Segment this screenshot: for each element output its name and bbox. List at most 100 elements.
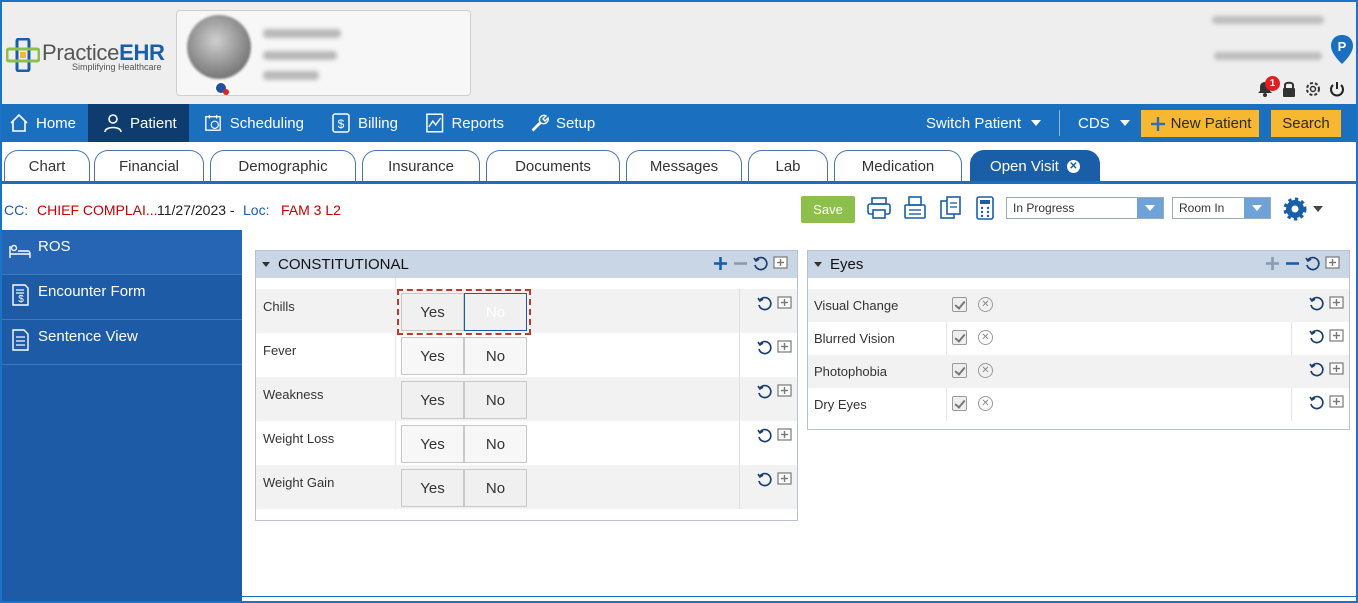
close-icon[interactable]: ✕ bbox=[1066, 159, 1080, 173]
positive-checkbox[interactable] bbox=[952, 330, 967, 345]
room-status-value: Room In bbox=[1179, 201, 1225, 215]
tab-documents[interactable]: Documents bbox=[486, 150, 620, 181]
tab-demographic[interactable]: Demographic bbox=[210, 150, 356, 181]
nav-item-billing[interactable]: $ Billing bbox=[324, 104, 404, 142]
power-icon[interactable] bbox=[1328, 80, 1346, 98]
tab-financial[interactable]: Financial bbox=[94, 150, 204, 181]
add-note-icon[interactable] bbox=[776, 295, 793, 312]
gear-icon[interactable] bbox=[1304, 80, 1322, 98]
negative-x-icon[interactable]: ✕ bbox=[978, 330, 993, 345]
search-button[interactable]: Search bbox=[1271, 110, 1341, 137]
eyes-row-photophobia: Photophobia ✕ bbox=[808, 355, 1349, 388]
no-button[interactable]: No bbox=[464, 381, 527, 419]
nav-item-patient[interactable]: Patient bbox=[88, 104, 189, 142]
add-note-icon[interactable] bbox=[1328, 328, 1345, 345]
yes-button[interactable]: Yes bbox=[401, 425, 464, 463]
positive-checkbox[interactable] bbox=[952, 297, 967, 312]
reset-icon[interactable] bbox=[1308, 361, 1325, 378]
tab-messages[interactable]: Messages bbox=[626, 150, 742, 181]
invoice-icon: $ bbox=[12, 284, 29, 306]
tab-insurance[interactable]: Insurance bbox=[362, 150, 480, 181]
nav-item-setup[interactable]: Setup bbox=[522, 104, 604, 142]
patient-avatar bbox=[187, 15, 251, 79]
reset-icon[interactable] bbox=[756, 383, 773, 400]
positive-checkbox[interactable] bbox=[952, 396, 967, 411]
collapse-caret-icon[interactable] bbox=[262, 262, 270, 267]
row-divider bbox=[739, 377, 740, 421]
copy-document-icon[interactable] bbox=[938, 195, 964, 221]
fax-icon[interactable] bbox=[902, 195, 928, 221]
symptom-label: Chills bbox=[263, 299, 295, 314]
reset-icon[interactable] bbox=[752, 255, 769, 272]
plus-icon[interactable] bbox=[712, 255, 729, 272]
minus-icon[interactable] bbox=[1284, 255, 1301, 272]
negative-x-icon[interactable]: ✕ bbox=[978, 297, 993, 312]
add-note-icon[interactable] bbox=[1328, 361, 1345, 378]
no-button[interactable]: No bbox=[464, 469, 527, 507]
add-note-icon[interactable] bbox=[1328, 394, 1345, 411]
reset-icon[interactable] bbox=[756, 295, 773, 312]
ros-row-chills: Chills Yes No bbox=[256, 289, 797, 335]
patient-card[interactable] bbox=[176, 10, 471, 96]
yes-button[interactable]: Yes bbox=[401, 381, 464, 419]
cds-dropdown[interactable]: CDS bbox=[1072, 104, 1132, 142]
eyes-header[interactable]: Eyes bbox=[808, 251, 1349, 278]
settings-gear-icon[interactable] bbox=[1282, 196, 1308, 222]
nav-item-scheduling[interactable]: Scheduling bbox=[198, 104, 310, 142]
tab-lab[interactable]: Lab bbox=[748, 150, 828, 181]
visit-status-select[interactable]: In Progress bbox=[1006, 197, 1164, 219]
sidebar-item-sentence-view[interactable]: Sentence View bbox=[2, 320, 242, 365]
add-note-icon[interactable] bbox=[776, 383, 793, 400]
minus-icon[interactable] bbox=[732, 255, 749, 272]
negative-x-icon[interactable]: ✕ bbox=[978, 396, 993, 411]
plus-icon[interactable] bbox=[1264, 255, 1281, 272]
sidebar-item-ros[interactable]: ROS bbox=[2, 230, 242, 275]
reset-icon[interactable] bbox=[1308, 328, 1325, 345]
calculator-icon[interactable] bbox=[972, 195, 998, 221]
chief-complaint-value[interactable]: CHIEF COMPLAI... bbox=[37, 202, 158, 218]
constitutional-header[interactable]: CONSTITUTIONAL bbox=[256, 251, 797, 278]
tab-chart[interactable]: Chart bbox=[4, 150, 90, 181]
reset-icon[interactable] bbox=[1304, 255, 1321, 272]
logo-cross-icon bbox=[6, 38, 40, 72]
add-note-icon[interactable] bbox=[1324, 255, 1341, 272]
reset-icon[interactable] bbox=[756, 471, 773, 488]
bell-icon[interactable]: 1 bbox=[1256, 76, 1280, 98]
symptom-label: Weakness bbox=[263, 387, 324, 402]
add-note-icon[interactable] bbox=[776, 339, 793, 356]
room-status-select[interactable]: Room In bbox=[1172, 197, 1271, 219]
yes-button[interactable]: Yes bbox=[401, 293, 464, 331]
yes-button[interactable]: Yes bbox=[401, 337, 464, 375]
no-button[interactable]: No bbox=[464, 425, 527, 463]
collapse-caret-icon[interactable] bbox=[814, 262, 822, 267]
add-note-icon[interactable] bbox=[776, 471, 793, 488]
add-note-icon[interactable] bbox=[772, 255, 789, 272]
switch-patient-dropdown[interactable]: Switch Patient bbox=[920, 104, 1050, 142]
no-button[interactable]: No bbox=[464, 337, 527, 375]
reset-icon[interactable] bbox=[756, 427, 773, 444]
positive-checkbox[interactable] bbox=[952, 363, 967, 378]
printer-icon[interactable] bbox=[866, 195, 892, 221]
nav-item-home[interactable]: Home bbox=[2, 104, 88, 142]
footer-divider bbox=[242, 596, 1356, 601]
brand-logo[interactable]: PracticeEHR Simplifying Healthcare bbox=[6, 36, 166, 76]
reset-icon[interactable] bbox=[1308, 295, 1325, 312]
lock-icon[interactable] bbox=[1280, 80, 1298, 98]
yes-button[interactable]: Yes bbox=[401, 469, 464, 507]
reset-icon[interactable] bbox=[1308, 394, 1325, 411]
add-note-icon[interactable] bbox=[1328, 295, 1345, 312]
new-patient-button[interactable]: New Patient bbox=[1141, 110, 1259, 137]
negative-x-icon[interactable]: ✕ bbox=[978, 363, 993, 378]
chevron-down-icon bbox=[1031, 120, 1042, 126]
chevron-down-icon[interactable] bbox=[1313, 206, 1323, 212]
add-note-icon[interactable] bbox=[776, 427, 793, 444]
reset-icon[interactable] bbox=[756, 339, 773, 356]
app-frame: PracticeEHR Simplifying Healthcare P 1 H… bbox=[0, 0, 1358, 603]
tab-medication[interactable]: Medication bbox=[834, 150, 962, 181]
location-pin-icon[interactable]: P bbox=[1330, 34, 1354, 66]
sidebar-item-encounter-form[interactable]: $ Encounter Form bbox=[2, 275, 242, 320]
save-button[interactable]: Save bbox=[801, 196, 855, 223]
nav-item-reports[interactable]: Reports bbox=[418, 104, 510, 142]
tab-open-visit[interactable]: Open Visit ✕ bbox=[970, 150, 1100, 181]
no-button[interactable]: No bbox=[464, 293, 527, 331]
